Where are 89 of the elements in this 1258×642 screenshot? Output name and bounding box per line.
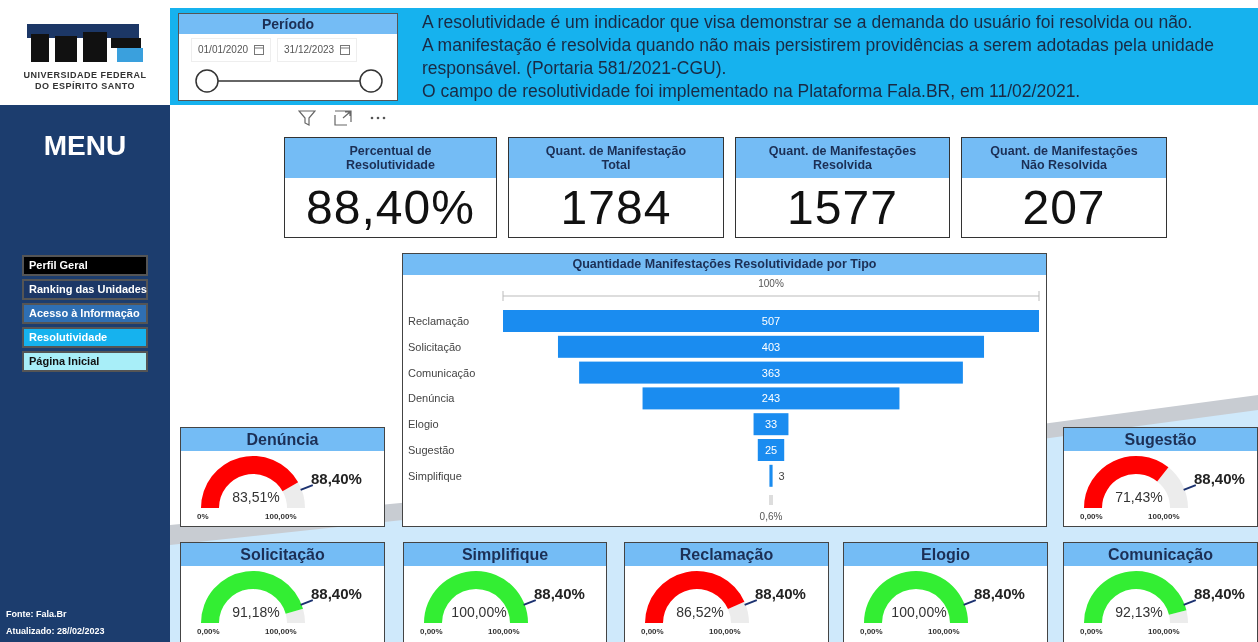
kpi-value: 1784 xyxy=(560,183,672,232)
gauge-title: Elogio xyxy=(921,544,970,565)
min-label: 0,00% xyxy=(1080,511,1103,523)
max-label: 100,00% xyxy=(928,626,960,638)
min-label: 0,00% xyxy=(860,626,883,638)
menu-item[interactable]: Perfil Geral xyxy=(22,255,148,276)
gauge-value: 83,51% xyxy=(231,488,281,507)
kpi-title: Quant. de Manifestação Total xyxy=(544,144,688,172)
start-date-field[interactable]: 01/01/2020 xyxy=(191,37,272,62)
logo-text: UNIVERSIDADE FEDERAL xyxy=(23,69,147,81)
gauge-value: 86,52% xyxy=(675,603,725,622)
target-label: 88,40% xyxy=(1194,469,1245,489)
min-label: 0,00% xyxy=(420,626,443,638)
gauge-title: Denúncia xyxy=(246,429,319,450)
data-label: 33 xyxy=(764,418,778,431)
min-label: 0,00% xyxy=(1080,626,1103,638)
description-text: O campo de resolutividade foi implementado na Plataforma Fala.BR, em 11/02/2021. xyxy=(422,79,1082,103)
data-label: 3 xyxy=(778,469,785,482)
data-label: 403 xyxy=(761,340,781,353)
expand-icon[interactable] xyxy=(334,110,352,126)
min-label: 0,00% xyxy=(197,626,220,638)
kpi-title: Quant. de Manifestações Não Resolvida xyxy=(989,144,1139,172)
gauge-title: Comunicação xyxy=(1108,544,1213,565)
gauge-value: 91,18% xyxy=(231,603,281,622)
target-label: 88,40% xyxy=(755,584,806,604)
kpi-title: Quant. de Manifestações Resolvida xyxy=(767,144,918,172)
calendar-icon xyxy=(254,44,265,55)
end-date-field[interactable]: 31/12/2023 xyxy=(277,37,358,62)
min-label: 0% xyxy=(197,511,209,523)
category-label: Sugestão xyxy=(408,444,455,456)
max-label: 100,00% xyxy=(265,511,297,523)
footer-text: Fonte: Fala.Br xyxy=(6,608,68,621)
category-label: Elogio xyxy=(408,418,439,431)
kpi-value: 207 xyxy=(1022,183,1106,232)
menu-title: MENU xyxy=(42,129,128,163)
max-label: 100,00% xyxy=(488,626,520,638)
kpi-value: 1577 xyxy=(787,183,898,232)
min-label: 0,00% xyxy=(641,626,664,638)
category-label: Reclamação xyxy=(408,315,470,327)
max-label: 100,00% xyxy=(1148,626,1180,638)
scale-tick xyxy=(769,495,773,505)
gauge-value: 100,00% xyxy=(450,603,508,622)
category-label: Comunicação xyxy=(408,366,476,379)
menu-item[interactable]: Ranking das Unidades xyxy=(22,279,148,300)
data-label: 243 xyxy=(761,392,781,405)
funnel-bar xyxy=(757,439,785,461)
range-slider[interactable] xyxy=(195,67,383,94)
gauge-value: 71,43% xyxy=(1114,488,1164,507)
menu-item[interactable]: Acesso à Informação xyxy=(22,303,148,324)
more-icon[interactable] xyxy=(370,115,386,121)
max-label: 100,00% xyxy=(265,626,297,638)
kpi-value: 88,40% xyxy=(306,183,475,232)
funnel-bar xyxy=(769,464,773,487)
chart-title: Quantidade Manifestações Resolutividade por Tipo xyxy=(572,256,877,274)
gauge-track xyxy=(1168,610,1188,623)
target-label: 88,40% xyxy=(1194,584,1245,604)
gauge-track xyxy=(282,482,305,508)
data-label: 363 xyxy=(761,366,781,379)
calendar-icon xyxy=(340,44,351,55)
category-label: Denúncia xyxy=(408,392,455,405)
gauge-title: Reclamação xyxy=(679,544,774,565)
max-label: 100,00% xyxy=(1148,511,1180,523)
description-text: A resolutividade é um indicador que visa demonstrar se a demanda do usuário foi resolvida ou não. xyxy=(422,10,1194,34)
data-label: 25 xyxy=(764,444,778,456)
data-label: 507 xyxy=(761,315,781,327)
logo-text: DO ESPÍRITO SANTO xyxy=(34,80,136,92)
category-label: Simplifique xyxy=(408,469,462,482)
gauge-track xyxy=(285,608,305,623)
axis-label: 100% xyxy=(758,278,784,289)
menu-item[interactable]: Página Inicial xyxy=(22,351,148,372)
gauge-value: 92,13% xyxy=(1114,603,1164,622)
max-label: 100,00% xyxy=(709,626,741,638)
slicer-title: Período xyxy=(179,13,397,34)
target-label: 88,40% xyxy=(311,469,362,489)
gauge-title: Solicitação xyxy=(240,544,325,565)
target-label: 88,40% xyxy=(311,584,362,604)
target-label: 88,40% xyxy=(974,584,1025,604)
kpi-title: Percentual de Resolutividade xyxy=(345,144,436,172)
gauge-value: 100,00% xyxy=(890,603,948,622)
footer-text: Atualizado: 28//02/2023 xyxy=(6,624,106,638)
gauge-title: Sugestão xyxy=(1124,429,1197,450)
description-text: A manifestação é resolvida quando não mais persistirem providências a serem adotadas pela unidade responsável. (Portaria 581/2021-CGU). xyxy=(422,33,1215,80)
target-label: 88,40% xyxy=(534,584,585,604)
gauge-title: Simplifique xyxy=(461,544,549,565)
filter-icon[interactable] xyxy=(298,110,316,126)
gauge-track xyxy=(728,601,749,623)
category-label: Solicitação xyxy=(408,340,462,353)
axis-label: 0,6% xyxy=(759,511,783,522)
funnel-bar xyxy=(753,413,789,436)
